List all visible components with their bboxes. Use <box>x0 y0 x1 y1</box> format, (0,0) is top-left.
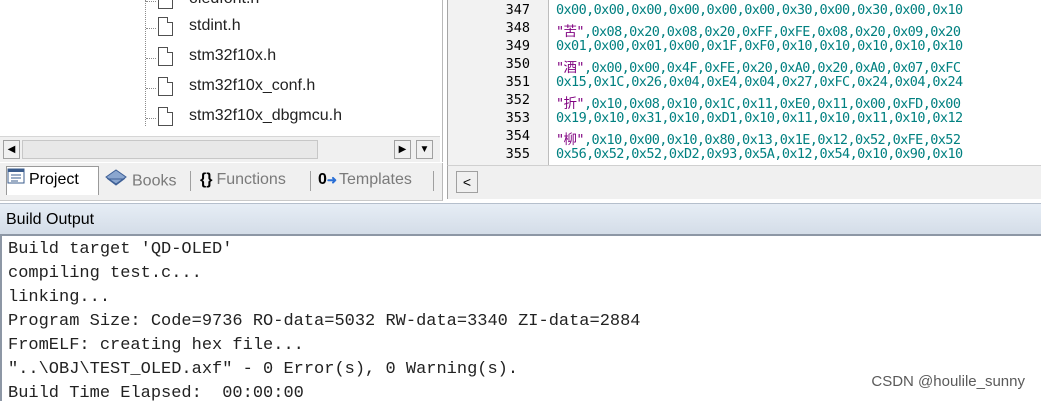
code-line: "酒",0x00,0x00,0x4F,0xFE,0x20,0xA0,0x20,0… <box>556 56 961 76</box>
tree-horizontal-scrollbar[interactable]: ◀ ▶ ▼ <box>0 136 440 162</box>
project-tabs: Project Books {} Functions 0➜ Templates <box>0 163 443 201</box>
output-line: Build Time Elapsed: 00:00:00 <box>8 384 304 403</box>
line-number-gutter: 347 348 349 350 351 352 353 354 355 <box>448 0 549 165</box>
tab-divider <box>190 171 191 191</box>
tab-label: Project <box>29 171 79 189</box>
project-icon <box>7 167 25 193</box>
line-number: 355 <box>505 146 530 162</box>
scroll-right-icon[interactable]: ▶ <box>394 140 411 159</box>
watermark: CSDN @houlile_sunny <box>871 373 1025 390</box>
line-number: 353 <box>505 110 530 126</box>
line-number: 347 <box>505 2 530 18</box>
line-number: 351 <box>505 74 530 90</box>
file-icon <box>158 47 173 66</box>
scroll-left-icon[interactable]: < <box>456 171 478 193</box>
tree-item-file[interactable]: stm32f10x_dbgmcu.h <box>0 104 440 134</box>
code-editor[interactable]: 347 348 349 350 351 352 353 354 355 0x00… <box>447 0 1041 165</box>
tree-item-label: stm32f10x_conf.h <box>189 77 316 94</box>
code-line: 0x00,0x00,0x00,0x00,0x00,0x00,0x30,0x00,… <box>556 2 963 18</box>
line-number: 348 <box>505 20 530 36</box>
code-line: "折",0x10,0x08,0x10,0x1C,0x11,0xE0,0x11,0… <box>556 92 961 112</box>
scrollbar-thumb[interactable] <box>22 140 318 159</box>
tree-branch-line <box>146 88 156 89</box>
tree-item-file[interactable]: stm32f10x_conf.h <box>0 74 440 104</box>
code-line: 0x01,0x00,0x01,0x00,0x1F,0xF0,0x10,0x10,… <box>556 38 963 54</box>
tab-templates[interactable]: 0➜ Templates <box>318 167 412 193</box>
tree-item-file[interactable]: stm32f10x.h <box>0 44 440 74</box>
file-icon <box>158 0 173 9</box>
output-line: linking... <box>8 288 111 307</box>
tab-label: Templates <box>338 171 412 189</box>
line-number: 354 <box>505 128 530 144</box>
line-number: 350 <box>505 56 530 72</box>
tree-item-label: stm32f10x.h <box>189 47 277 64</box>
tab-label: Functions <box>216 171 286 189</box>
tab-divider <box>433 171 434 191</box>
tab-project[interactable]: Project <box>6 166 99 195</box>
tab-functions[interactable]: {} Functions <box>200 167 286 193</box>
tab-label: Books <box>132 172 177 190</box>
tree-item-label: stm32f10x_dbgmcu.h <box>189 107 342 124</box>
output-line: compiling test.c... <box>8 264 202 283</box>
templates-icon: 0➜ <box>318 171 337 188</box>
tree-branch-line <box>146 118 156 119</box>
tree-branch-line <box>146 28 156 29</box>
file-icon <box>158 77 173 96</box>
tree-item-file[interactable]: stdint.h <box>0 14 440 44</box>
dropdown-arrow-icon[interactable]: ▼ <box>416 140 433 159</box>
file-icon <box>158 17 173 36</box>
tree-item-label: oledfont.h <box>189 0 259 8</box>
code-line: 0x19,0x10,0x31,0x10,0xD1,0x10,0x11,0x10,… <box>556 110 963 126</box>
output-line: "..\OBJ\TEST_OLED.axf" - 0 Error(s), 0 W… <box>8 360 519 379</box>
editor-horizontal-scrollbar[interactable]: < <box>447 165 1041 199</box>
tree-branch-line <box>146 1 156 2</box>
output-line: FromELF: creating hex file... <box>8 336 304 355</box>
functions-icon: {} <box>200 171 213 188</box>
build-output-header: Build Output <box>0 203 1041 236</box>
code-line: 0x15,0x1C,0x26,0x04,0xE4,0x04,0x27,0xFC,… <box>556 74 963 90</box>
tab-books[interactable]: Books <box>104 167 176 193</box>
code-line: "苦",0x08,0x20,0x08,0x20,0xFF,0xFE,0x08,0… <box>556 20 961 40</box>
file-icon <box>158 107 173 126</box>
code-line: "柳",0x10,0x00,0x10,0x80,0x13,0x1E,0x12,0… <box>556 128 961 148</box>
books-icon <box>104 167 128 196</box>
line-number: 352 <box>505 92 530 108</box>
tab-divider <box>310 171 311 191</box>
project-tree-panel: oledfont.h stdint.h stm32f10x.h stm32f10… <box>0 0 443 162</box>
panel-title: Build Output <box>6 211 95 228</box>
tree-branch-line <box>146 58 156 59</box>
scroll-left-icon[interactable]: ◀ <box>3 140 20 159</box>
output-line: Program Size: Code=9736 RO-data=5032 RW-… <box>8 312 641 331</box>
output-line: Build target 'QD-OLED' <box>8 240 233 259</box>
line-number: 349 <box>505 38 530 54</box>
code-line: 0x56,0x52,0x52,0xD2,0x93,0x5A,0x12,0x54,… <box>556 146 963 162</box>
tree-item-label: stdint.h <box>189 17 241 34</box>
